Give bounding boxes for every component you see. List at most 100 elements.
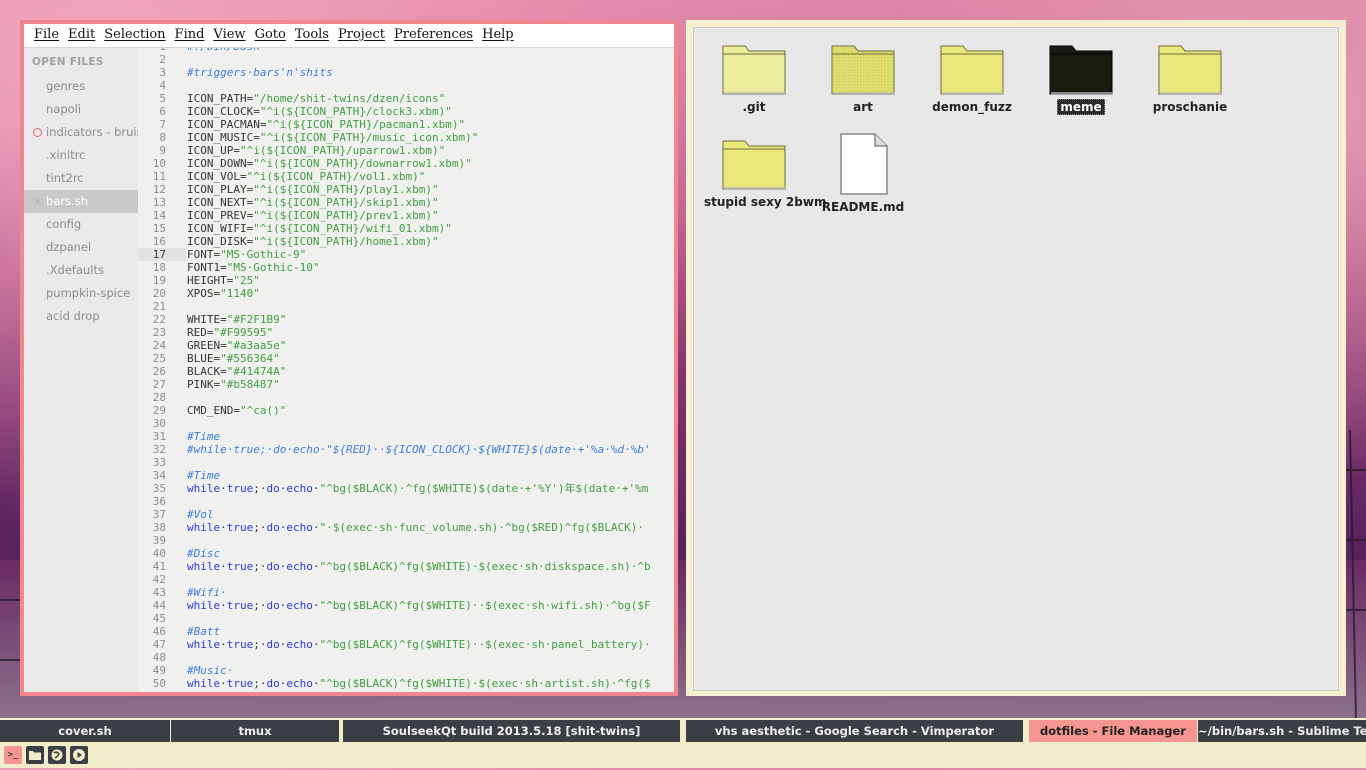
taskbar: cover.sh tmux SoulseekQt build 2013.5.18 […: [0, 718, 1366, 742]
code-line: while·true;·do·echo·"^bg($BLACK)^fg($WHI…: [187, 560, 651, 573]
code-line: #Wifi·: [187, 586, 227, 599]
line-number: 27: [152, 378, 166, 391]
taskbar-window-button[interactable]: tmux: [171, 720, 339, 742]
globe-icon[interactable]: [48, 746, 66, 764]
sidebar-file-item[interactable]: .Xdefaults: [24, 259, 138, 282]
line-number: 5: [159, 92, 166, 105]
line-number: 43: [152, 586, 166, 599]
menu-view[interactable]: View: [213, 24, 245, 42]
code-line: ICON_PREV="^i(${ICON_PATH}/prev1.xbm)": [187, 209, 439, 222]
line-number: 36: [152, 495, 166, 508]
menu-tools[interactable]: Tools: [295, 24, 329, 42]
sidebar-file-item[interactable]: pumpkin-spice: [24, 282, 138, 305]
line-number: 41: [152, 560, 166, 573]
folder-icon: [721, 42, 787, 102]
taskbar-window-button[interactable]: SoulseekQt build 2013.5.18 [shit-twins]: [343, 720, 680, 742]
menu-project[interactable]: Project: [338, 24, 385, 42]
line-number: 31: [152, 430, 166, 443]
line-number: 7: [159, 118, 166, 131]
code-line: ICON_PATH="/home/shit-twins/dzen/icons": [187, 92, 446, 105]
code-line: ICON_VOL="^i(${ICON_PATH}/vol1.xbm)": [187, 170, 426, 183]
code-line: BLACK="#41474A": [187, 365, 287, 378]
code-line: while·true;·do·echo·"^bg($BLACK)^fg($WHI…: [187, 638, 651, 651]
line-number: 9: [159, 144, 166, 157]
code-line: PINK="#b58487": [187, 378, 280, 391]
menu-file[interactable]: File: [34, 24, 59, 42]
line-number: 19: [152, 274, 166, 287]
folder-item[interactable]: art: [813, 42, 913, 122]
folder-item[interactable]: .git: [704, 42, 804, 122]
sidebar-header: OPEN FILES: [32, 56, 104, 68]
file-name-label: meme: [1031, 99, 1131, 115]
file-manager-window: .git art demon_fuzz meme proschanie stupid se…: [686, 20, 1346, 696]
code-line: #Time: [187, 469, 221, 482]
line-number: 10: [152, 157, 166, 170]
line-number: 33: [152, 456, 166, 469]
file-name-label: proschanie: [1140, 100, 1240, 114]
code-line: FONT="MS·Gothic-9": [187, 248, 307, 261]
code-line: ICON_WIFI="^i(${ICON_PATH}/wifi_01.xbm)": [187, 222, 452, 235]
menu-preferences[interactable]: Preferences: [394, 24, 473, 42]
code-line: #Vol: [187, 508, 214, 521]
folder-icon: [830, 42, 896, 102]
line-number: 11: [152, 170, 166, 183]
terminal-icon[interactable]: >_: [4, 746, 22, 764]
code-line: GREEN="#a3aa5e": [187, 339, 287, 352]
line-number: 38: [152, 521, 166, 534]
code-line: ICON_CLOCK="^i(${ICON_PATH}/clock3.xbm)": [187, 105, 452, 118]
menu-find[interactable]: Find: [175, 24, 205, 42]
code-line: while·true;·do·echo·"·$(exec·sh·func_vol…: [187, 521, 645, 534]
sidebar-file-item[interactable]: dzpanel: [24, 236, 138, 259]
taskbar-window-button[interactable]: dotfiles - File Manager: [1029, 720, 1197, 742]
menu-help[interactable]: Help: [482, 24, 514, 42]
taskbar-window-button[interactable]: vhs aesthetic - Google Search - Vimperat…: [686, 720, 1023, 742]
line-number: 47: [152, 638, 166, 651]
sidebar-file-label: tint2rc: [46, 171, 84, 185]
sidebar-file-item[interactable]: config: [24, 213, 138, 236]
line-number: 37: [152, 508, 166, 521]
menu-selection[interactable]: Selection: [104, 24, 165, 42]
sidebar-file-item[interactable]: indicators - bruise: [24, 121, 138, 144]
file-icon-view[interactable]: .git art demon_fuzz meme proschanie stupid se…: [693, 27, 1339, 691]
sidebar-file-item[interactable]: genres: [24, 75, 138, 98]
sidebar-file-item[interactable]: napoli: [24, 98, 138, 121]
line-number: 22: [152, 313, 166, 326]
sidebar-file-label: indicators - bruise: [46, 125, 138, 139]
line-number: 40: [152, 547, 166, 560]
play-icon[interactable]: [70, 746, 88, 764]
line-number: 50: [152, 677, 166, 690]
menu-edit[interactable]: Edit: [68, 24, 95, 42]
sidebar-file-item[interactable]: × bars.sh: [24, 190, 138, 213]
taskbar-window-button[interactable]: ~/bin/bars.sh - Sublime Text 2: [1198, 720, 1366, 742]
folder-item[interactable]: demon_fuzz: [922, 42, 1022, 122]
code-line: ICON_NEXT="^i(${ICON_PATH}/skip1.xbm)": [187, 196, 439, 209]
folder-item[interactable]: proschanie: [1140, 42, 1240, 122]
folder-item[interactable]: meme: [1031, 42, 1131, 122]
sidebar-file-label: genres: [46, 79, 86, 93]
file-name-label: art: [813, 100, 913, 114]
folder-item[interactable]: stupid sexy 2bwm: [704, 137, 826, 217]
line-number: 45: [152, 612, 166, 625]
line-number: 42: [152, 573, 166, 586]
folder-icon[interactable]: [26, 746, 44, 764]
file-name-text: art: [853, 100, 873, 114]
unsaved-dot-icon: [33, 128, 42, 137]
file-item[interactable]: README.md: [813, 133, 913, 217]
code-line: WHITE="#F2F1B9": [187, 313, 287, 326]
sidebar-file-item[interactable]: .xinitrc: [24, 144, 138, 167]
sidebar-file-item[interactable]: tint2rc: [24, 167, 138, 190]
code-editor[interactable]: 1#!/bin/bash23#triggers·bars'n'shits45IC…: [138, 48, 674, 692]
close-icon[interactable]: ×: [33, 190, 42, 213]
line-number: 6: [159, 105, 166, 118]
menu-goto[interactable]: Goto: [255, 24, 286, 42]
line-number: 28: [152, 391, 166, 404]
launcher-bar: >_: [0, 742, 1366, 768]
file-name-text: meme: [1057, 99, 1105, 115]
code-line: #Time: [187, 430, 221, 443]
file-name-text: .git: [742, 100, 766, 114]
line-number: 23: [152, 326, 166, 339]
code-line: while·true;·do·echo·"^bg($BLACK)^fg($WHI…: [187, 677, 651, 690]
code-line: BLUE="#556364": [187, 352, 280, 365]
taskbar-window-button[interactable]: cover.sh: [0, 720, 170, 742]
sidebar-file-item[interactable]: acid drop: [24, 305, 138, 328]
